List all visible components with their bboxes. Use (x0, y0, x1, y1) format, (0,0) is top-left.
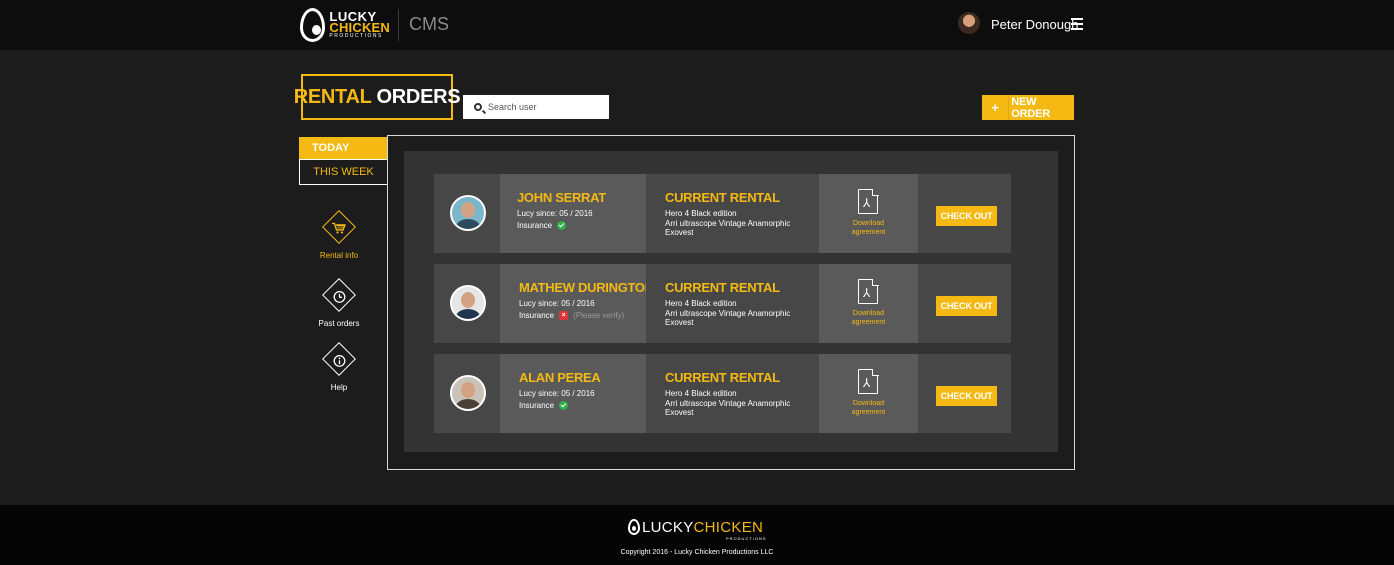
customer-since: Lucy since: 05 / 2016 (519, 389, 595, 398)
footer-logo[interactable]: LUCKYCHICKEN (628, 519, 763, 535)
check-icon (559, 401, 569, 410)
current-rental-title: CURRENT RENTAL (665, 190, 780, 205)
rental-item: Hero 4 Black edition (665, 209, 737, 218)
logo-word-chicken: CHICKEN (329, 20, 390, 35)
pdf-icon: ⅄ (858, 368, 879, 394)
download-label: Download (852, 310, 885, 317)
insurance-label: Insurance (517, 221, 553, 230)
order-row: JOHN SERRAT Lucy since: 05 / 2016 Insura… (434, 174, 1011, 253)
warning-x-icon: × (559, 311, 569, 320)
rental-item: Arri ultrascope Vintage Anamorphic (665, 218, 791, 228)
download-label: agreement (851, 319, 886, 326)
rental-item: Exovest (665, 318, 694, 327)
download-agreement[interactable]: ⅄ Download agreement (819, 354, 918, 433)
customer-info: MATHEW DURINGTON Lucy since: 05 / 2016 I… (500, 264, 654, 343)
customer-avatar (450, 375, 486, 411)
tab-today[interactable]: TODAY (299, 137, 388, 159)
customer-name[interactable]: ALAN PEREA (519, 370, 601, 385)
cart-icon (327, 216, 351, 240)
current-rental-title: CURRENT RENTAL (665, 280, 780, 295)
nav-help[interactable]: Help (299, 342, 379, 392)
app-name: CMS (409, 14, 449, 34)
pdf-icon: ⅄ (858, 278, 879, 304)
customer-avatar (450, 195, 486, 231)
rental-item: Arri ultrascope Vintage Anamorphic (665, 398, 791, 408)
new-order-label: NEW ORDER (1011, 95, 1051, 120)
footer-logo-productions: PRODUCTIONS (726, 536, 767, 541)
check-out-button[interactable]: CHECK OUT (936, 206, 997, 226)
copyright-text: Copyright 2016 - Lucky Chicken Productio… (620, 549, 774, 556)
header-divider (398, 9, 399, 41)
user-avatar[interactable] (958, 12, 980, 34)
download-label: Download (852, 400, 885, 407)
logo-word-productions: PRODUCTIONS (329, 33, 383, 39)
download-label: agreement (851, 409, 886, 416)
nav-label-help: Help (330, 383, 348, 392)
tab-this-week[interactable]: THIS WEEK (299, 159, 388, 185)
search-icon (474, 103, 482, 111)
rental-item: Exovest (665, 408, 694, 417)
nav-label-past-orders: Past orders (318, 319, 360, 328)
check-out-button[interactable]: CHECK OUT (936, 296, 997, 316)
page-title: RENTAL ORDERS (294, 74, 461, 120)
user-name[interactable]: Peter Donough (991, 17, 1078, 32)
rental-item: Hero 4 Black edition (665, 389, 737, 398)
customer-since: Lucy since: 05 / 2016 (519, 299, 595, 308)
customer-info: ALAN PEREA Lucy since: 05 / 2016 Insuran… (500, 354, 646, 433)
pdf-icon: ⅄ (858, 188, 879, 214)
egg-logo-icon (628, 519, 640, 535)
page-title-part2: ORDERS (376, 85, 461, 108)
current-rental: CURRENT RENTAL Hero 4 Black edition Arri… (646, 264, 819, 343)
footer-logo-chicken: CHICKEN (693, 518, 764, 536)
check-icon (557, 221, 567, 230)
insurance-label: Insurance (519, 311, 555, 320)
download-label: Download (852, 220, 885, 227)
current-rental-title: CURRENT RENTAL (665, 370, 780, 385)
check-out-button[interactable]: CHECK OUT (936, 386, 997, 406)
insurance-note: (Please verify) (573, 311, 625, 320)
customer-name[interactable]: MATHEW DURINGTON (519, 280, 654, 295)
current-rental: CURRENT RENTAL Hero 4 Black edition Arri… (646, 174, 819, 253)
nav-past-orders[interactable]: Past orders (299, 278, 379, 328)
brand-logo[interactable]: LUCKY CHICKEN PRODUCTIONS (300, 7, 390, 43)
rental-item: Arri ultrascope Vintage Anamorphic (665, 308, 791, 318)
plus-icon: + (991, 100, 999, 115)
top-bar: LUCKY CHICKEN PRODUCTIONS CMS Peter Dono… (0, 0, 1394, 50)
search-input[interactable] (488, 102, 598, 112)
customer-avatar (450, 285, 486, 321)
rental-item: Hero 4 Black edition (665, 299, 737, 308)
current-rental: CURRENT RENTAL Hero 4 Black edition Arri… (646, 354, 819, 433)
insurance-status: Insurance × (Please verify) (519, 311, 624, 320)
info-icon (327, 348, 351, 372)
download-agreement[interactable]: ⅄ Download agreement (819, 264, 918, 343)
footer-logo-lucky: LUCKY (642, 518, 694, 536)
order-row: ALAN PEREA Lucy since: 05 / 2016 Insuran… (434, 354, 1011, 433)
insurance-label: Insurance (519, 401, 555, 410)
customer-info: JOHN SERRAT Lucy since: 05 / 2016 Insura… (500, 174, 646, 253)
new-order-button[interactable]: + NEW ORDER (982, 95, 1074, 120)
search-box[interactable] (463, 95, 609, 119)
page-title-part1: RENTAL (293, 85, 372, 108)
download-label: agreement (851, 229, 886, 236)
clock-icon (327, 284, 351, 308)
order-row: MATHEW DURINGTON Lucy since: 05 / 2016 I… (434, 264, 1011, 343)
nav-label-rental-info: Rental info (319, 251, 359, 260)
download-agreement[interactable]: ⅄ Download agreement (819, 174, 918, 253)
customer-name[interactable]: JOHN SERRAT (517, 190, 606, 205)
hamburger-icon[interactable] (1071, 18, 1083, 30)
egg-logo-icon (300, 8, 326, 42)
insurance-status: Insurance (517, 221, 567, 230)
nav-rental-info[interactable]: Rental info (299, 210, 379, 260)
customer-since: Lucy since: 05 / 2016 (517, 209, 593, 218)
footer: LUCKYCHICKEN PRODUCTIONS Copyright 2016 … (0, 505, 1394, 565)
rental-item: Exovest (665, 228, 694, 237)
insurance-status: Insurance (519, 401, 569, 410)
